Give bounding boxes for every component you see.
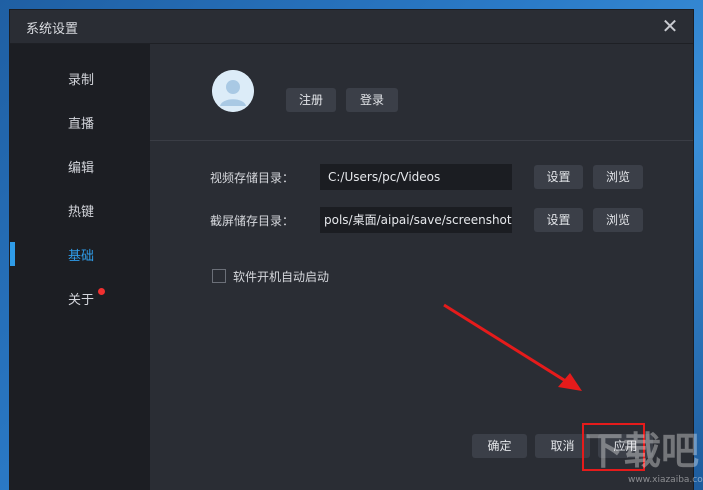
watermark-url: www.xiazaiba.com [628, 475, 703, 485]
settings-window: 系统设置 ✕ 录制 直播 编辑 热键 基础 关于 注册 登录 视频存储目录： C… [10, 10, 693, 490]
sidebar-item-edit[interactable]: 编辑 [10, 154, 150, 178]
screenshot-browse-button[interactable]: 浏览 [593, 208, 643, 232]
sidebar-item-record[interactable]: 录制 [10, 66, 150, 90]
sidebar-item-basic[interactable]: 基础 [10, 242, 150, 266]
notification-dot [98, 288, 105, 295]
autostart-checkbox[interactable] [212, 269, 226, 283]
sidebar-item-about[interactable]: 关于 [10, 286, 150, 310]
video-browse-button[interactable]: 浏览 [593, 165, 643, 189]
watermark-logo: 下载吧 [585, 429, 700, 473]
register-button[interactable]: 注册 [286, 88, 336, 112]
account-section: 注册 登录 [150, 44, 693, 141]
autostart-label: 软件开机自动启动 [233, 270, 330, 284]
sidebar-item-label: 关于 [68, 293, 95, 308]
screenshot-set-button[interactable]: 设置 [534, 208, 583, 232]
sidebar-item-label: 直播 [68, 117, 95, 132]
sidebar-item-label: 基础 [68, 249, 95, 264]
screenshot-dir-label: 截屏储存目录： [210, 214, 295, 228]
title-bar: 系统设置 ✕ [10, 10, 693, 44]
video-dir-label: 视频存储目录： [210, 171, 295, 185]
sidebar-item-label: 编辑 [68, 161, 95, 176]
login-button[interactable]: 登录 [346, 88, 398, 112]
user-icon [212, 70, 254, 112]
window-title: 系统设置 [26, 22, 79, 37]
sidebar-item-label: 录制 [68, 73, 95, 88]
video-path-field[interactable]: C:/Users/pc/Videos [320, 164, 512, 190]
sidebar-item-hotkey[interactable]: 热键 [10, 198, 150, 222]
screenshot-path-field[interactable]: pols/桌面/aipai/save/screenshot [320, 207, 512, 233]
ok-button[interactable]: 确定 [472, 434, 527, 458]
sidebar-item-label: 热键 [68, 205, 95, 220]
sidebar-item-live[interactable]: 直播 [10, 110, 150, 134]
sidebar: 录制 直播 编辑 热键 基础 关于 [10, 44, 150, 490]
close-icon[interactable]: ✕ [659, 15, 681, 37]
video-set-button[interactable]: 设置 [534, 165, 583, 189]
red-arrow-annotation [443, 303, 582, 391]
avatar[interactable] [212, 70, 254, 112]
